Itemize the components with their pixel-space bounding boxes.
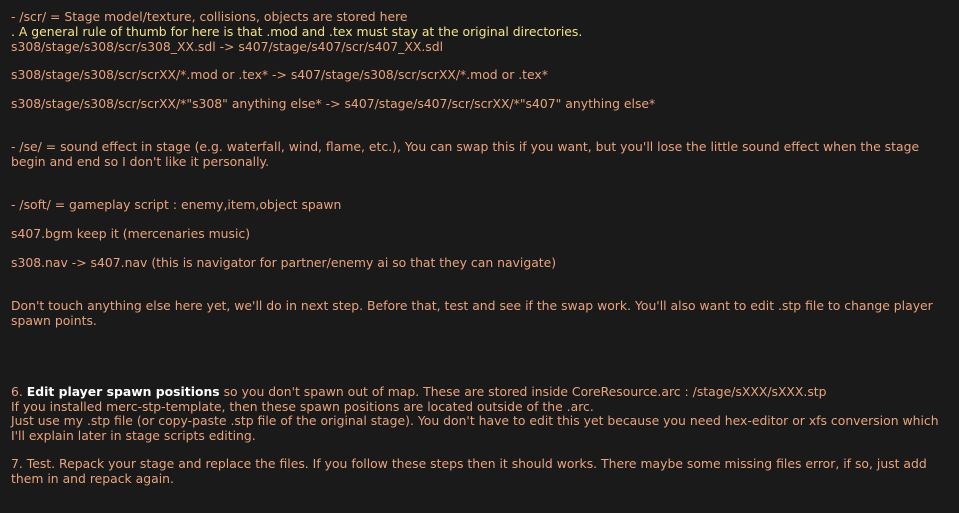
se-description: - /se/ = sound effect in stage (e.g. wat… [11,139,920,170]
scr-mod-tex-mapping: s308/stage/s308/scr/scrXX/*.mod or .tex*… [11,67,548,82]
step6-number: 6. [11,384,27,399]
step6-bold-title: Edit player spawn positions [26,384,220,399]
step6-stp-note: Just use my .stp file (or copy-paste .st… [11,413,939,444]
scr-rule-note: . A general rule of thumb for here is th… [11,24,583,39]
scr-heading: - /scr/ = Stage model/texture, collision… [11,9,408,24]
scr-sdl-mapping: s308/stage/s308/scr/s308_XX.sdl -> s407/… [11,39,444,54]
step6-heading: 6. Edit player spawn positions so you do… [11,384,946,399]
soft-nav-mapping: s308.nav -> s407.nav (this is navigator … [11,255,557,270]
soft-bgm-note: s407.bgm keep it (mercenaries music) [11,226,251,241]
step7-test: 7. Test. Repack your stage and replace t… [11,456,927,487]
soft-heading: - /soft/ = gameplay script : enemy,item,… [11,197,342,212]
dont-touch-note: Don't touch anything else here yet, we'l… [11,298,933,329]
step6-location: so you don't spawn out of map. These are… [219,384,827,399]
step6-template-note: If you installed merc-stp-template, then… [11,399,594,414]
forum-post-body: - /scr/ = Stage model/texture, collision… [0,0,959,513]
scr-other-files-mapping: s308/stage/s308/scr/scrXX/*"s308" anythi… [11,96,656,111]
